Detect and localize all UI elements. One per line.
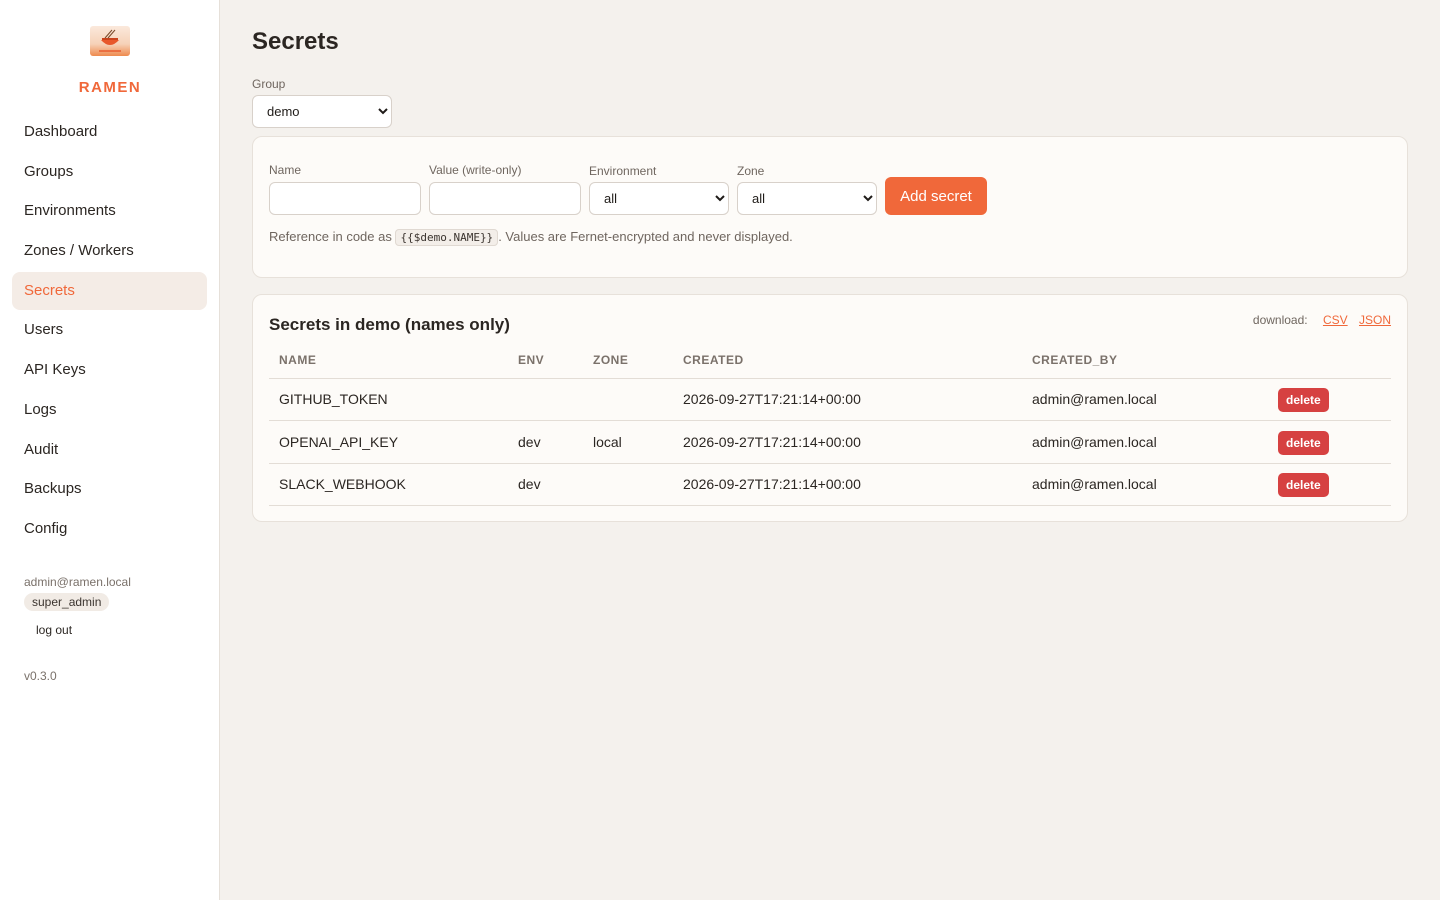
delete-button[interactable]: delete [1278,430,1329,455]
zone-select[interactable]: all [737,182,877,215]
column-header-actions [1268,343,1391,379]
cell-env: dev [508,420,583,464]
environment-select[interactable]: all [589,182,729,215]
download-label: download: [1252,313,1308,327]
value-input[interactable] [429,182,581,215]
sidebar-item-logs[interactable]: Logs [12,391,207,429]
download-json-link[interactable]: JSON [1359,313,1391,327]
delete-button[interactable]: delete [1278,473,1329,498]
table-row: SLACK_WEBHOOK dev 2026-09-27T17:21:14+00… [269,463,1391,506]
brand-name: RAMEN [78,79,142,96]
column-header-env: ENV [508,343,583,379]
role-badge: super_admin [24,593,110,611]
cell-actions: delete [1268,378,1391,421]
table-row: OPENAI_API_KEY dev local 2026-09-27T17:2… [269,420,1391,464]
column-header-created: CREATED [673,343,1022,379]
hint-prefix: Reference in code as [269,229,396,244]
cell-name: SLACK_WEBHOOK [269,463,508,506]
version-label: v0.3.0 [24,669,57,683]
delete-button[interactable]: delete [1278,388,1329,413]
hint-suffix: . Values are Fernet-encrypted and never … [498,229,793,244]
logout-button[interactable]: log out [36,623,72,637]
sidebar-item-backups[interactable]: Backups [12,470,207,508]
cell-name: OPENAI_API_KEY [269,420,508,464]
name-label: Name [269,163,302,177]
sidebar-item-users[interactable]: Users [12,311,207,349]
environment-label: Environment [589,164,657,178]
sidebar-item-secrets[interactable]: Secrets [12,271,207,310]
user-info: admin@ramen.local super_admin [24,575,131,611]
cell-created-by: admin@ramen.local [1022,378,1268,421]
cell-created-by: admin@ramen.local [1022,463,1268,506]
cell-zone [583,463,673,506]
cell-zone [583,378,673,421]
cell-env [508,378,583,421]
secrets-table: NAME ENV ZONE CREATED CREATED_BY GITHUB_… [269,343,1391,506]
cell-created: 2026-09-27T17:21:14+00:00 [673,463,1022,506]
group-select[interactable]: demo [252,95,392,128]
reference-hint: Reference in code as {{$demo.NAME}}. Val… [269,229,793,246]
download-csv-link[interactable]: CSV [1323,313,1348,327]
zone-label: Zone [737,164,765,178]
table-header-row: NAME ENV ZONE CREATED CREATED_BY [269,343,1391,379]
cell-created-by: admin@ramen.local [1022,420,1268,464]
ramen-bowl-icon [90,26,130,56]
sidebar-item-groups[interactable]: Groups [12,153,207,191]
column-header-name: NAME [269,343,508,379]
cell-actions: delete [1268,420,1391,464]
cell-name: GITHUB_TOKEN [269,378,508,421]
cell-created: 2026-09-27T17:21:14+00:00 [673,420,1022,464]
value-label: Value (write-only) [429,163,522,177]
name-input[interactable] [269,182,421,215]
sidebar-nav: Dashboard Groups Environments Zones / Wo… [12,113,207,550]
page-title: Secrets [252,28,339,55]
cell-env: dev [508,463,583,506]
sidebar: RAMEN Dashboard Groups Environments Zone… [0,0,220,900]
sidebar-item-config[interactable]: Config [12,510,207,548]
group-label: Group [252,77,286,91]
download-links: download: CSV JSON [1253,313,1391,327]
sidebar-item-api-keys[interactable]: API Keys [12,351,207,389]
sidebar-item-environments[interactable]: Environments [12,192,207,230]
sidebar-item-dashboard[interactable]: Dashboard [12,113,207,151]
column-header-zone: ZONE [583,343,673,379]
sidebar-item-audit[interactable]: Audit [12,431,207,469]
hint-code: {{$demo.NAME}} [395,229,499,246]
sidebar-item-zones-workers[interactable]: Zones / Workers [12,232,207,270]
list-title: Secrets in demo (names only) [269,315,510,334]
cell-created: 2026-09-27T17:21:14+00:00 [673,378,1022,421]
table-row: GITHUB_TOKEN 2026-09-27T17:21:14+00:00 a… [269,378,1391,421]
column-header-created-by: CREATED_BY [1022,343,1268,379]
logo [0,26,220,61]
cell-actions: delete [1268,463,1391,506]
cell-zone: local [583,420,673,464]
add-secret-button[interactable]: Add secret [885,177,987,215]
user-email: admin@ramen.local [24,575,131,589]
add-secret-form: Name Value (write-only) Environment all … [252,136,1408,278]
secrets-list-card: Secrets in demo (names only) download: C… [252,294,1408,522]
